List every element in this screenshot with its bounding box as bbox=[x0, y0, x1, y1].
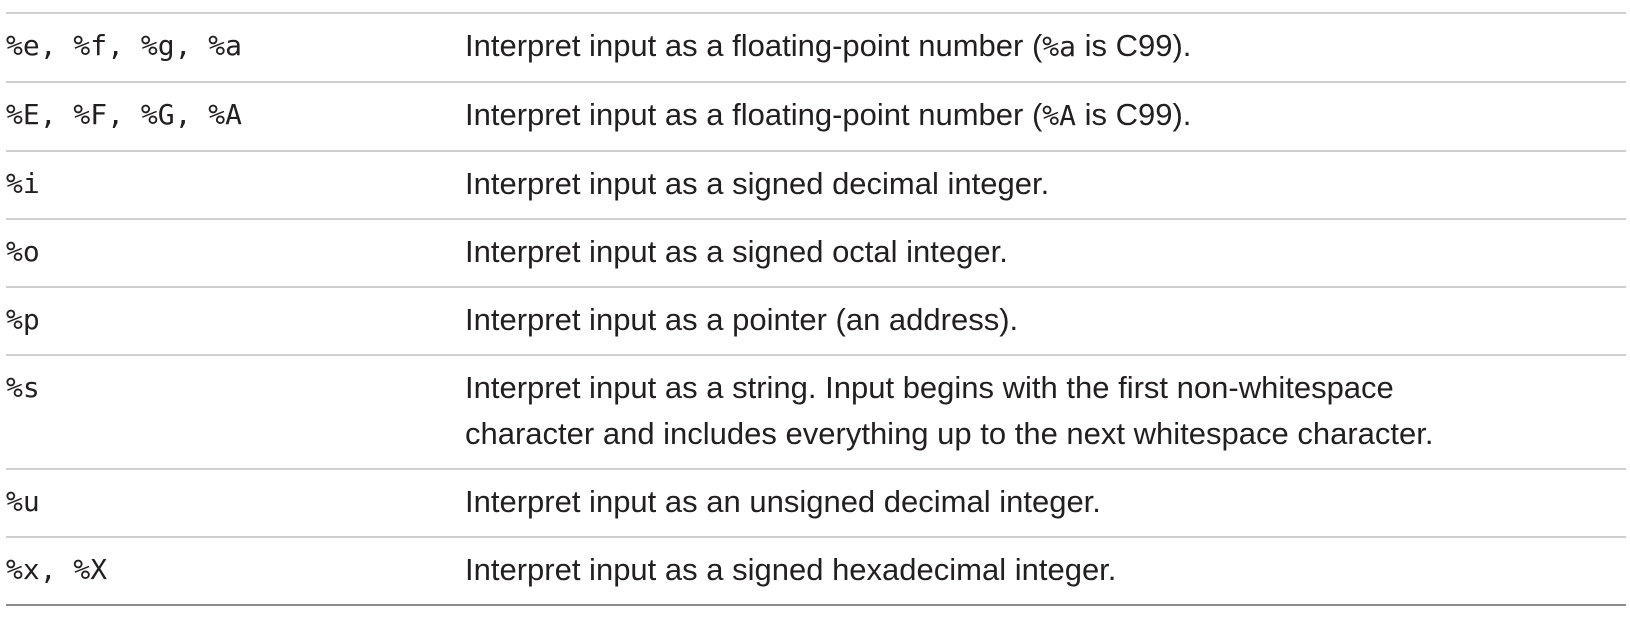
table-row: %x, %X Interpret input as a signed hexad… bbox=[6, 537, 1626, 605]
description-text: Interpret input as a floating-point numb… bbox=[465, 97, 1043, 132]
inline-code: %a bbox=[1042, 30, 1076, 63]
description-text: Interpret input as a floating-point numb… bbox=[465, 28, 1043, 63]
description-cell: Interpret input as a floating-point numb… bbox=[465, 13, 1626, 82]
specifier-cell: %e, %f, %g, %a bbox=[6, 29, 243, 62]
description-cell: Interpret input as a signed hexadecimal … bbox=[465, 552, 1117, 587]
specifier-cell: %o bbox=[6, 235, 40, 268]
conversion-specifier-table: %e, %f, %g, %a Interpret input as a floa… bbox=[6, 12, 1626, 606]
table-row: %E, %F, %G, %A Interpret input as a floa… bbox=[6, 82, 1626, 151]
specifier-cell: %x, %X bbox=[6, 553, 108, 586]
table-row: %i Interpret input as a signed decimal i… bbox=[6, 151, 1626, 219]
description-text: is C99). bbox=[1076, 28, 1192, 63]
table-row: %p Interpret input as a pointer (an addr… bbox=[6, 287, 1626, 355]
description-line: Interpret input as a string. Input begin… bbox=[465, 370, 1394, 405]
specifier-cell: %p bbox=[6, 303, 40, 336]
description-cell: Interpret input as an unsigned decimal i… bbox=[465, 484, 1101, 519]
specifier-cell: %i bbox=[6, 167, 40, 200]
specifier-cell: %u bbox=[6, 485, 40, 518]
description-cell: Interpret input as a signed decimal inte… bbox=[465, 166, 1050, 201]
description-cell: Interpret input as a signed octal intege… bbox=[465, 234, 1008, 269]
table-row: %s Interpret input as a string. Input be… bbox=[6, 355, 1626, 469]
description-cell: Interpret input as a string. Input begin… bbox=[465, 355, 1626, 469]
description-cell: Interpret input as a floating-point numb… bbox=[465, 82, 1626, 151]
description-line: character and includes everything up to … bbox=[465, 416, 1434, 451]
inline-code: %A bbox=[1042, 99, 1076, 132]
table-row: %e, %f, %g, %a Interpret input as a floa… bbox=[6, 13, 1626, 82]
table-row: %u Interpret input as an unsigned decima… bbox=[6, 469, 1626, 537]
specifier-cell: %E, %F, %G, %A bbox=[6, 98, 243, 131]
specifier-cell: %s bbox=[6, 371, 40, 404]
description-text: is C99). bbox=[1076, 97, 1192, 132]
description-cell: Interpret input as a pointer (an address… bbox=[465, 302, 1019, 337]
table-row: %o Interpret input as a signed octal int… bbox=[6, 219, 1626, 287]
